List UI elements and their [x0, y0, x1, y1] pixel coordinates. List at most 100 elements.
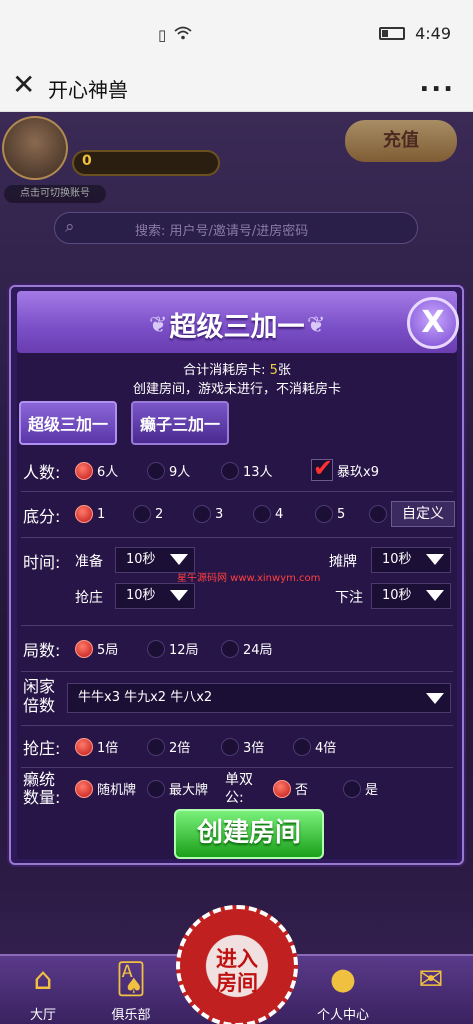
multiplier-label-line2: 倍数 — [23, 696, 56, 715]
joker-option-random[interactable]: 随机牌 — [75, 779, 136, 798]
grab-option-4x[interactable]: 4倍 — [293, 737, 336, 756]
dialog-close-button[interactable]: X — [407, 297, 459, 349]
gold-value: 0 — [82, 153, 92, 169]
select-value: 10秒 — [382, 552, 412, 567]
rounds-option-12[interactable]: 12局 — [147, 639, 199, 658]
search-input[interactable]: ⌕ 搜索: 用户号/邀请号/进房密码 — [54, 212, 418, 244]
dialog-header: ❦ 超级三加一 ❦ X — [17, 291, 459, 353]
rounds-row: 局数: 5局 12局 24局 — [17, 635, 457, 665]
joker-label-line2: 数量: — [23, 788, 61, 807]
players-option-9[interactable]: 9人 — [147, 461, 190, 480]
nav-item-profile[interactable]: ● 个人中心 — [308, 956, 378, 1024]
option-label: 4 — [275, 506, 284, 522]
single-double-option-yes[interactable]: 是 — [343, 779, 378, 798]
chevron-down-icon — [170, 590, 188, 601]
option-label: 5 — [337, 506, 346, 522]
base-option-1[interactable]: 1 — [75, 505, 105, 523]
multiplier-label: 闲家 倍数 — [23, 677, 55, 715]
room-notice: 创建房间，游戏未进行，不消耗房卡 — [132, 382, 341, 397]
tab-joker-three-plus-one[interactable]: 癞子三加一 — [131, 401, 229, 445]
rounds-option-5[interactable]: 5局 — [75, 639, 118, 658]
avatar[interactable] — [2, 116, 68, 180]
option-label: 否 — [295, 783, 309, 798]
custom-base-button[interactable]: 自定义 — [391, 501, 455, 527]
chevron-down-icon — [170, 554, 188, 565]
radio-icon — [75, 461, 93, 480]
base-option-5[interactable]: 5 — [315, 505, 345, 523]
bao-jiu-checkbox[interactable]: ✔ 暴玖x9 — [311, 454, 379, 482]
radio-icon — [343, 779, 361, 798]
option-label: 1倍 — [97, 741, 119, 756]
option-label: 随机牌 — [97, 783, 137, 798]
status-icons: ▯ — [158, 26, 192, 44]
base-option-3[interactable]: 3 — [193, 505, 223, 523]
rounds-option-24[interactable]: 24局 — [221, 639, 273, 658]
base-option-4[interactable]: 4 — [253, 505, 283, 523]
radio-icon — [369, 505, 387, 523]
tab-super-three-plus-one[interactable]: 超级三加一 — [19, 401, 117, 445]
close-icon[interactable]: ✕ — [12, 70, 35, 100]
multiplier-label-line1: 闲家 — [23, 677, 56, 696]
divider — [21, 537, 453, 538]
bet-time-select[interactable]: 10秒 — [371, 583, 451, 609]
grab-label: 抢庄: — [23, 739, 61, 758]
single-double-option-no[interactable]: 否 — [273, 779, 308, 798]
checkbox-icon: ✔ — [311, 454, 333, 482]
grab-option-2x[interactable]: 2倍 — [147, 737, 190, 756]
select-value: 10秒 — [126, 552, 156, 567]
players-option-6[interactable]: 6人 — [75, 461, 118, 480]
option-label: 13人 — [243, 465, 273, 480]
bet-label: 下注 — [335, 590, 363, 606]
dialog-body: 合计消耗房卡: 5张 创建房间，游戏未进行，不消耗房卡 超级三加一 癞子三加一 … — [17, 353, 457, 859]
card-cost-suffix: 张 — [277, 363, 291, 378]
option-label: 4倍 — [315, 741, 337, 756]
prepare-time-select[interactable]: 10秒 — [115, 547, 195, 573]
grab-option-1x[interactable]: 1倍 — [75, 737, 118, 756]
radio-icon — [273, 779, 291, 798]
select-value: 10秒 — [126, 588, 156, 603]
recharge-button[interactable]: 充值 — [345, 120, 457, 162]
home-icon: ⌂ — [33, 962, 53, 997]
nav-item-chat[interactable]: ✉ — [396, 956, 466, 1024]
option-label: 最大牌 — [169, 783, 209, 798]
option-label: 1 — [97, 506, 106, 522]
joker-row: 癞统 数量: 随机牌 最大牌 单双公: 否 是 — [17, 771, 457, 811]
radio-icon — [221, 737, 239, 756]
chevron-down-icon — [426, 693, 444, 704]
divider — [21, 767, 453, 768]
option-label: 6人 — [97, 465, 119, 480]
switch-account-tip[interactable]: 点击可切换账号 — [4, 185, 106, 203]
divider — [21, 491, 453, 492]
show-time-select[interactable]: 10秒 — [371, 547, 451, 573]
card-cost: 合计消耗房卡: 5张 — [17, 359, 457, 378]
radio-icon — [133, 505, 151, 523]
status-bar: ▯ 4:49 — [0, 0, 473, 62]
grab-option-3x[interactable]: 3倍 — [221, 737, 264, 756]
radio-icon — [193, 505, 211, 523]
rounds-label: 局数: — [23, 641, 61, 660]
grab-time-select[interactable]: 10秒 — [115, 583, 195, 609]
enter-room-text: 进入房间 — [216, 947, 258, 995]
search-icon: ⌕ — [65, 217, 75, 237]
base-option-2[interactable]: 2 — [133, 505, 163, 523]
nav-item-lobby[interactable]: ⌂ 大厅 — [8, 956, 78, 1024]
radio-icon — [147, 461, 165, 480]
time-label: 时间: — [23, 553, 61, 572]
clock: 4:49 — [415, 24, 451, 43]
radio-icon — [75, 737, 93, 756]
joker-option-max[interactable]: 最大牌 — [147, 779, 208, 798]
base-option-custom[interactable] — [369, 505, 387, 523]
players-option-13[interactable]: 13人 — [221, 461, 273, 480]
nav-item-club[interactable]: 🂡 俱乐部 — [96, 956, 166, 1024]
chevron-down-icon — [426, 554, 444, 565]
players-label: 人数: — [23, 463, 61, 482]
option-label: 9人 — [169, 465, 191, 480]
enter-room-button[interactable]: 进入房间 — [176, 905, 298, 1024]
multiplier-select[interactable]: 牛牛x3 牛九x2 牛八x2 — [67, 683, 451, 713]
more-icon[interactable]: ... — [419, 68, 455, 98]
nav-label: 个人中心 — [316, 1008, 369, 1023]
create-room-button[interactable]: 创建房间 — [174, 809, 324, 859]
dialog-title: 超级三加一 — [169, 312, 305, 343]
base-score-label: 底分: — [23, 507, 61, 526]
option-label: 2 — [155, 506, 164, 522]
